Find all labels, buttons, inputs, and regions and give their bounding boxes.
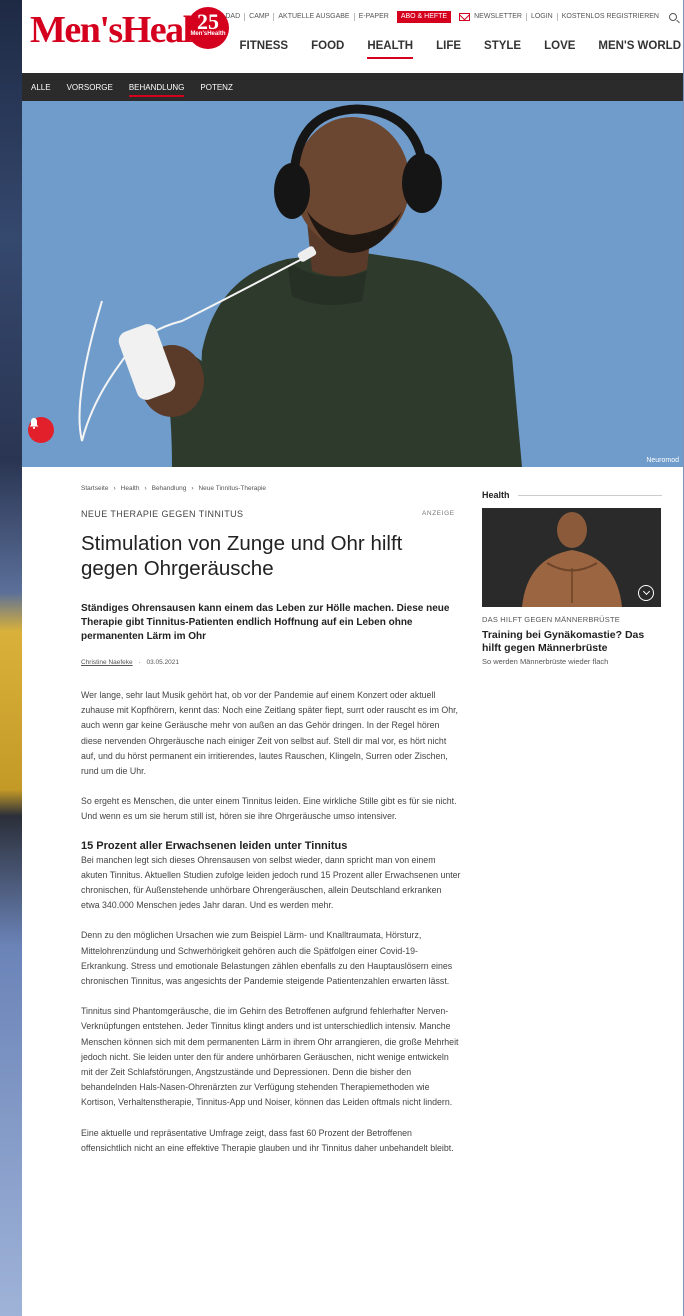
subnav-behandlung[interactable]: BEHANDLUNG — [128, 83, 184, 97]
subnav-potenz[interactable]: POTENZ — [200, 83, 232, 92]
sub-navigation: ALLE VORSORGE BEHANDLUNG POTENZ — [22, 73, 683, 101]
download-icon[interactable] — [638, 585, 654, 601]
nav-fitness[interactable]: FITNESS — [240, 40, 289, 52]
breadcrumb-separator: › — [191, 485, 194, 492]
section-heading: 15 Prozent aller Erwachsenen leiden unte… — [81, 839, 348, 852]
author-link[interactable]: Christine Naefeke — [81, 659, 133, 666]
article-lead: Ständiges Ohrensausen kann einem das Leb… — [81, 603, 450, 642]
search-icon[interactable] — [669, 13, 677, 21]
paragraph: Wer lange, sehr laut Musik gehört hat, o… — [81, 690, 458, 777]
main-navigation: FITNESS FOOD HEALTH LIFE STYLE LOVE MEN'… — [217, 40, 681, 59]
nav-health[interactable]: HEALTH — [367, 40, 413, 59]
image-credit: Neuromod — [646, 457, 679, 464]
nav-love[interactable]: LOVE — [544, 40, 575, 52]
nav-style[interactable]: STYLE — [484, 40, 521, 52]
register-link[interactable]: KOSTENLOS REGISTRIEREN — [556, 13, 663, 21]
teaser-title[interactable]: Training bei Gynäkomastie? Das hilft geg… — [482, 629, 662, 655]
topbar-link-dad[interactable]: DAD — [221, 13, 244, 21]
paragraph: So ergeht es Menschen, die unter einem T… — [81, 796, 457, 822]
paragraph: Eine aktuelle und repräsentative Umfrage… — [81, 1127, 454, 1153]
paragraph: Bei manchen legt sich dieses Ohrensausen… — [81, 854, 461, 911]
badge-sub: Men'sHealth — [190, 31, 226, 37]
publish-date: 03.05.2021 — [146, 659, 180, 666]
topbar-link-camp[interactable]: CAMP — [244, 13, 273, 21]
breadcrumb: Startseite › Health › Behandlung › Neue Tinnit… — [81, 485, 266, 492]
teaser-illustration — [482, 508, 661, 607]
hero-illustration — [78, 104, 522, 467]
hero-image: Neuromod — [22, 101, 683, 467]
breadcrumb-item-current: Neue Tinnitus-Therapie — [198, 485, 267, 492]
sidebar-teaser[interactable]: Health DAS HILFT GEGEN MÄNNERBRÜSTE Trai… — [482, 490, 662, 666]
subnav-alle[interactable]: ALLE — [31, 83, 51, 92]
nav-mens-world[interactable]: MEN'S WORLD — [598, 40, 681, 52]
article-title: Stimulation von Zunge und Ohr hilft gege… — [81, 532, 403, 580]
breadcrumb-item[interactable]: Behandlung — [152, 485, 187, 492]
ad-label: ANZEIGE — [422, 510, 455, 517]
sidebar-heading: Health — [482, 490, 662, 500]
article-body: Wer lange, sehr laut Musik gehört hat, o… — [81, 688, 461, 1171]
teaser-image[interactable] — [482, 508, 661, 607]
mail-icon[interactable] — [459, 13, 471, 21]
breadcrumb-item[interactable]: Startseite — [81, 485, 108, 492]
topbar-link-epaper[interactable]: E-PAPER — [353, 13, 393, 21]
nav-life[interactable]: LIFE — [436, 40, 461, 52]
byline: Christine Naefeke · 03.05.2021 — [81, 659, 179, 666]
article-kicker: NEUE THERAPIE GEGEN TINNITUS — [81, 509, 244, 519]
login-link[interactable]: LOGIN — [525, 13, 557, 21]
newsletter-link[interactable]: NEWSLETTER — [472, 13, 526, 21]
paragraph: Tinnitus sind Phantomgeräusche, die im G… — [81, 1006, 459, 1108]
article-page: Men'sHealth 25 Men'sHealth DAD CAMP AKTU… — [22, 0, 683, 1316]
paragraph: Denn zu den möglichen Ursachen wie zum B… — [81, 930, 453, 987]
site-header: Men'sHealth 25 Men'sHealth DAD CAMP AKTU… — [22, 0, 683, 73]
background-website-strip — [0, 0, 22, 1316]
abo-button[interactable]: ABO & HEFTE — [396, 11, 452, 23]
teaser-kicker: DAS HILFT GEGEN MÄNNERBRÜSTE — [482, 615, 620, 624]
breadcrumb-item[interactable]: Health — [121, 485, 140, 492]
top-utility-bar: DAD CAMP AKTUELLE AUSGABE E-PAPER ABO & … — [221, 11, 677, 23]
breadcrumb-separator: › — [113, 485, 116, 492]
nav-food[interactable]: FOOD — [311, 40, 344, 52]
bell-icon[interactable] — [28, 417, 54, 443]
subnav-vorsorge[interactable]: VORSORGE — [67, 83, 113, 92]
byline-separator: · — [138, 659, 141, 666]
topbar-link-current-issue[interactable]: AKTUELLE AUSGABE — [273, 13, 353, 21]
teaser-subtitle: So werden Männerbrüste wieder flach — [482, 657, 609, 666]
breadcrumb-separator: › — [144, 485, 147, 492]
